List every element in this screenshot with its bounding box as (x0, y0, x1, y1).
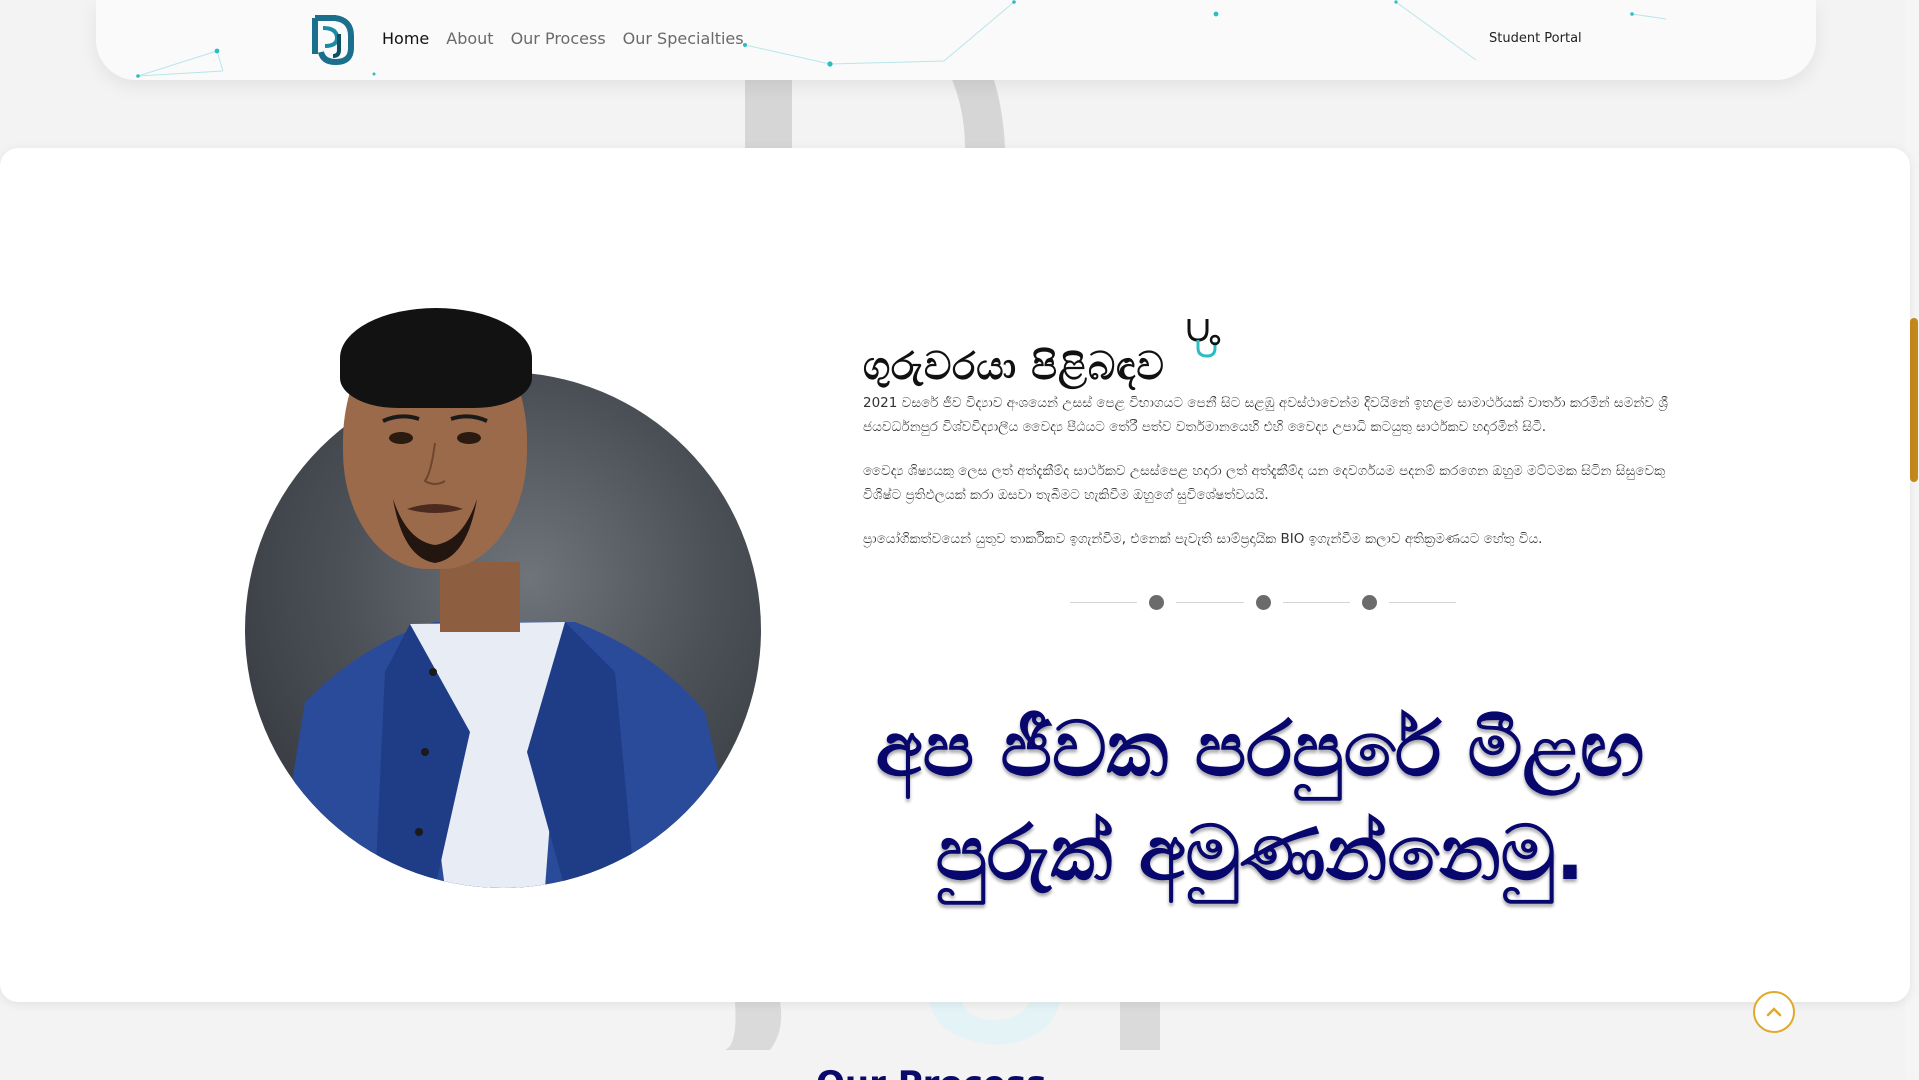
about-description: 2021 වසරේ ජීව විද්‍යාව අංශයෙන් උසස් පෙළ … (863, 391, 1673, 571)
student-portal-link[interactable]: Student Portal (1489, 31, 1582, 46)
slogan-line-1: අප ජීවක පරපුරේ මීළඟ (875, 704, 1645, 793)
scrollbar-thumb[interactable] (1910, 318, 1918, 482)
top-navbar: Home About Our Process Our Specialties S… (96, 0, 1816, 80)
next-section-heading-text: Our Process (816, 1068, 1076, 1080)
section-divider (1058, 593, 1468, 611)
divider-line (1388, 601, 1456, 603)
divider-dot (1361, 594, 1377, 610)
nav-our-specialties[interactable]: Our Specialties (623, 29, 744, 48)
main-nav: Home About Our Process Our Specialties (382, 29, 744, 48)
nav-home[interactable]: Home (382, 29, 429, 48)
teacher-hair (340, 308, 532, 408)
divider-line (1282, 601, 1350, 603)
slogan-line-2: පුරුක් අමුණන්නෙමු. (935, 808, 1585, 897)
divider-line (1070, 601, 1138, 603)
pj-logo-icon[interactable] (309, 14, 357, 66)
nav-our-process[interactable]: Our Process (511, 29, 606, 48)
divider-dot (1149, 594, 1165, 610)
divider-dot (1255, 594, 1271, 610)
stethoscope-icon (1187, 319, 1221, 358)
about-paragraph-3: ප්‍රායෝගිකත්වයෙන් යුතුව තාර්කිකව ඉගැන්වී… (863, 531, 1543, 547)
chevron-up-icon (1766, 1007, 1782, 1017)
about-teacher-title: ගුරුවරයා පිළිබඳව (863, 343, 1165, 388)
about-paragraph-2: වෛද්‍ය ශිෂ්‍යයකු ලෙස ලත් අත්දැකීම්ද සාර්… (863, 463, 1666, 503)
nav-about[interactable]: About (446, 29, 493, 48)
divider-line (1176, 601, 1244, 603)
slogan: අප ජීවක පරපුරේ මීළඟ පුරුක් අමුණන්නෙමු. (820, 697, 1700, 905)
scroll-to-top-button[interactable] (1753, 991, 1795, 1033)
about-paragraph-1: 2021 වසරේ ජීව විද්‍යාව අංශයෙන් උසස් පෙළ … (863, 395, 1668, 435)
next-section-heading: Our Process (816, 1068, 1076, 1080)
